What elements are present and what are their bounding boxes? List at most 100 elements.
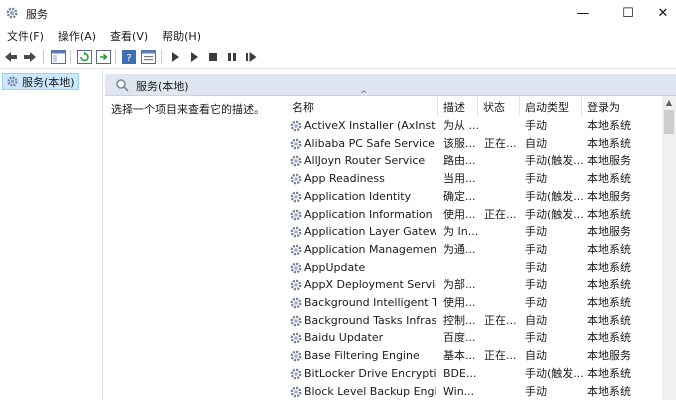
- service-status: [484, 188, 522, 206]
- toolbar-divider: [70, 50, 71, 64]
- service-row[interactable]: AppUpdate 手动 本地系统: [287, 259, 662, 277]
- menu-view[interactable]: 查看(V): [103, 26, 155, 45]
- menu-help[interactable]: 帮助(H): [155, 26, 208, 45]
- service-row[interactable]: Application Information 使用... 正在... 手动(触发..…: [287, 206, 662, 224]
- service-description: 基本...: [443, 349, 476, 363]
- service-description: 使用...: [443, 207, 476, 221]
- service-logon-as: 本地系统: [587, 278, 631, 292]
- service-gear-icon: [290, 368, 302, 380]
- start-icon[interactable]: [167, 49, 183, 65]
- console-tree-icon[interactable]: [50, 49, 66, 65]
- service-startup-type: 手动: [525, 119, 547, 132]
- service-status: 正在...: [484, 136, 517, 150]
- column-header-startup-type[interactable]: 启动类型: [520, 96, 582, 116]
- service-name: Application Layer Gatewa...: [304, 225, 436, 239]
- service-row[interactable]: Base Filtering Engine 基本... 正在... 自动 本地服务: [287, 347, 662, 365]
- stop-icon[interactable]: [205, 49, 221, 65]
- service-row[interactable]: Background Intelligent T... 使用... 手动 本地系统: [287, 294, 662, 312]
- column-startup-label: 启动类型: [525, 101, 569, 114]
- service-status: 正在...: [484, 349, 517, 363]
- scroll-thumb[interactable]: [664, 110, 674, 134]
- service-gear-icon: [290, 244, 302, 256]
- service-logon-as: 本地系统: [587, 366, 631, 380]
- column-header-logon[interactable]: 登录为: [582, 96, 662, 116]
- service-row[interactable]: Block Level Backup Engi... Win... 手动 本地系统: [287, 383, 662, 400]
- service-description: 该服...: [443, 136, 476, 150]
- column-desc-label: 描述: [443, 101, 465, 114]
- forward-arrow-icon[interactable]: [22, 49, 38, 65]
- service-row[interactable]: AllJoyn Router Service 路由... 手动(触发... 本地服务: [287, 152, 662, 170]
- service-gear-icon: [290, 209, 302, 220]
- service-row[interactable]: Alibaba PC Safe Service 该服... 正在... 自动 本地系统: [287, 135, 662, 153]
- services-list: 名称 ^ 描述 状态 启动类型 登录为 ActiveX Installer (A…: [287, 90, 676, 400]
- properties-icon[interactable]: [140, 49, 156, 65]
- column-name-label: 名称: [292, 101, 314, 114]
- service-gear-icon: [290, 120, 302, 132]
- service-row[interactable]: App Readiness 当用... 手动 本地系统: [287, 170, 662, 188]
- service-row[interactable]: Baidu Updater 百度... 手动 本地系统: [287, 329, 662, 347]
- service-description: 控制...: [443, 313, 476, 327]
- maximize-button[interactable]: ☐: [605, 0, 651, 26]
- start-alt-icon[interactable]: [186, 49, 202, 65]
- menu-action[interactable]: 操作(A): [51, 26, 103, 45]
- window-title: 服务: [26, 8, 48, 21]
- service-gear-icon: [290, 173, 302, 185]
- service-row[interactable]: Background Tasks Infras... 控制... 正在... 自动 本地…: [287, 312, 662, 330]
- column-header-description[interactable]: 描述: [438, 96, 478, 116]
- column-header-status[interactable]: 状态: [478, 96, 520, 116]
- service-row[interactable]: Application Identity 确定... 手动(触发... 本地服务: [287, 188, 662, 206]
- export-icon[interactable]: [95, 49, 111, 65]
- service-row[interactable]: ActiveX Installer (AxInstSV) 为从 ... 手动 本地系统: [287, 117, 662, 135]
- service-name: Application Information: [304, 207, 433, 221]
- service-startup-type: 手动: [525, 225, 547, 239]
- pause-icon[interactable]: [224, 49, 240, 65]
- vertical-scrollbar[interactable]: ▲: [662, 96, 676, 400]
- service-startup-type: 手动(触发...: [525, 154, 583, 168]
- service-name: ActiveX Installer (AxInstSV): [304, 119, 436, 132]
- column-logon-label: 登录为: [587, 101, 620, 114]
- toolbar-divider: [161, 50, 162, 64]
- service-name: App Readiness: [304, 172, 385, 186]
- service-gear-icon: [290, 279, 302, 291]
- service-row[interactable]: AppX Deployment Servic... 为部... 手动 本地系统: [287, 276, 662, 294]
- service-startup-type: 手动: [525, 331, 547, 345]
- back-arrow-icon[interactable]: [3, 49, 19, 65]
- scroll-up-icon[interactable]: ▲: [662, 96, 676, 110]
- service-logon-as: 本地服务: [587, 154, 631, 168]
- service-description: [443, 259, 479, 277]
- help-icon[interactable]: ?: [121, 49, 137, 65]
- service-startup-type: 手动: [525, 260, 547, 274]
- service-logon-as: 本地系统: [587, 384, 631, 398]
- service-status: [484, 259, 522, 277]
- minimize-button[interactable]: —: [560, 0, 606, 26]
- service-status: [484, 294, 522, 312]
- service-status: [484, 152, 522, 170]
- service-startup-type: 手动(触发...: [525, 366, 583, 380]
- service-name: AppUpdate: [304, 260, 366, 274]
- service-startup-type: 手动: [525, 172, 547, 186]
- service-logon-as: 本地服务: [587, 189, 631, 203]
- service-status: [484, 170, 522, 188]
- column-status-label: 状态: [483, 101, 505, 114]
- console-tree: 服务(本地): [0, 70, 103, 400]
- service-name: Base Filtering Engine: [304, 349, 420, 363]
- service-gear-icon: [290, 226, 302, 238]
- service-status: [484, 365, 522, 383]
- column-header-name[interactable]: 名称 ^: [287, 90, 438, 116]
- service-gear-icon: [290, 191, 302, 203]
- refresh-icon[interactable]: [76, 49, 92, 65]
- service-row[interactable]: Application Layer Gatewa... 为 In... 手动 本地服务: [287, 223, 662, 241]
- service-gear-icon: [290, 350, 302, 362]
- service-status: [484, 241, 522, 259]
- service-row[interactable]: Application Management 为通... 手动 本地系统: [287, 241, 662, 259]
- close-button[interactable]: ✕: [650, 0, 676, 26]
- search-icon: [116, 79, 129, 92]
- service-name: Application Identity: [304, 189, 412, 203]
- tree-item-services-local[interactable]: 服务(本地): [2, 73, 79, 90]
- service-startup-type: 手动: [525, 278, 547, 292]
- service-row[interactable]: BitLocker Drive Encryptio... BDE... 手动(触发.…: [287, 365, 662, 383]
- service-status: [484, 117, 522, 135]
- service-logon-as: 本地系统: [587, 331, 631, 345]
- menu-file[interactable]: 文件(F): [0, 26, 51, 45]
- restart-icon[interactable]: [243, 49, 259, 65]
